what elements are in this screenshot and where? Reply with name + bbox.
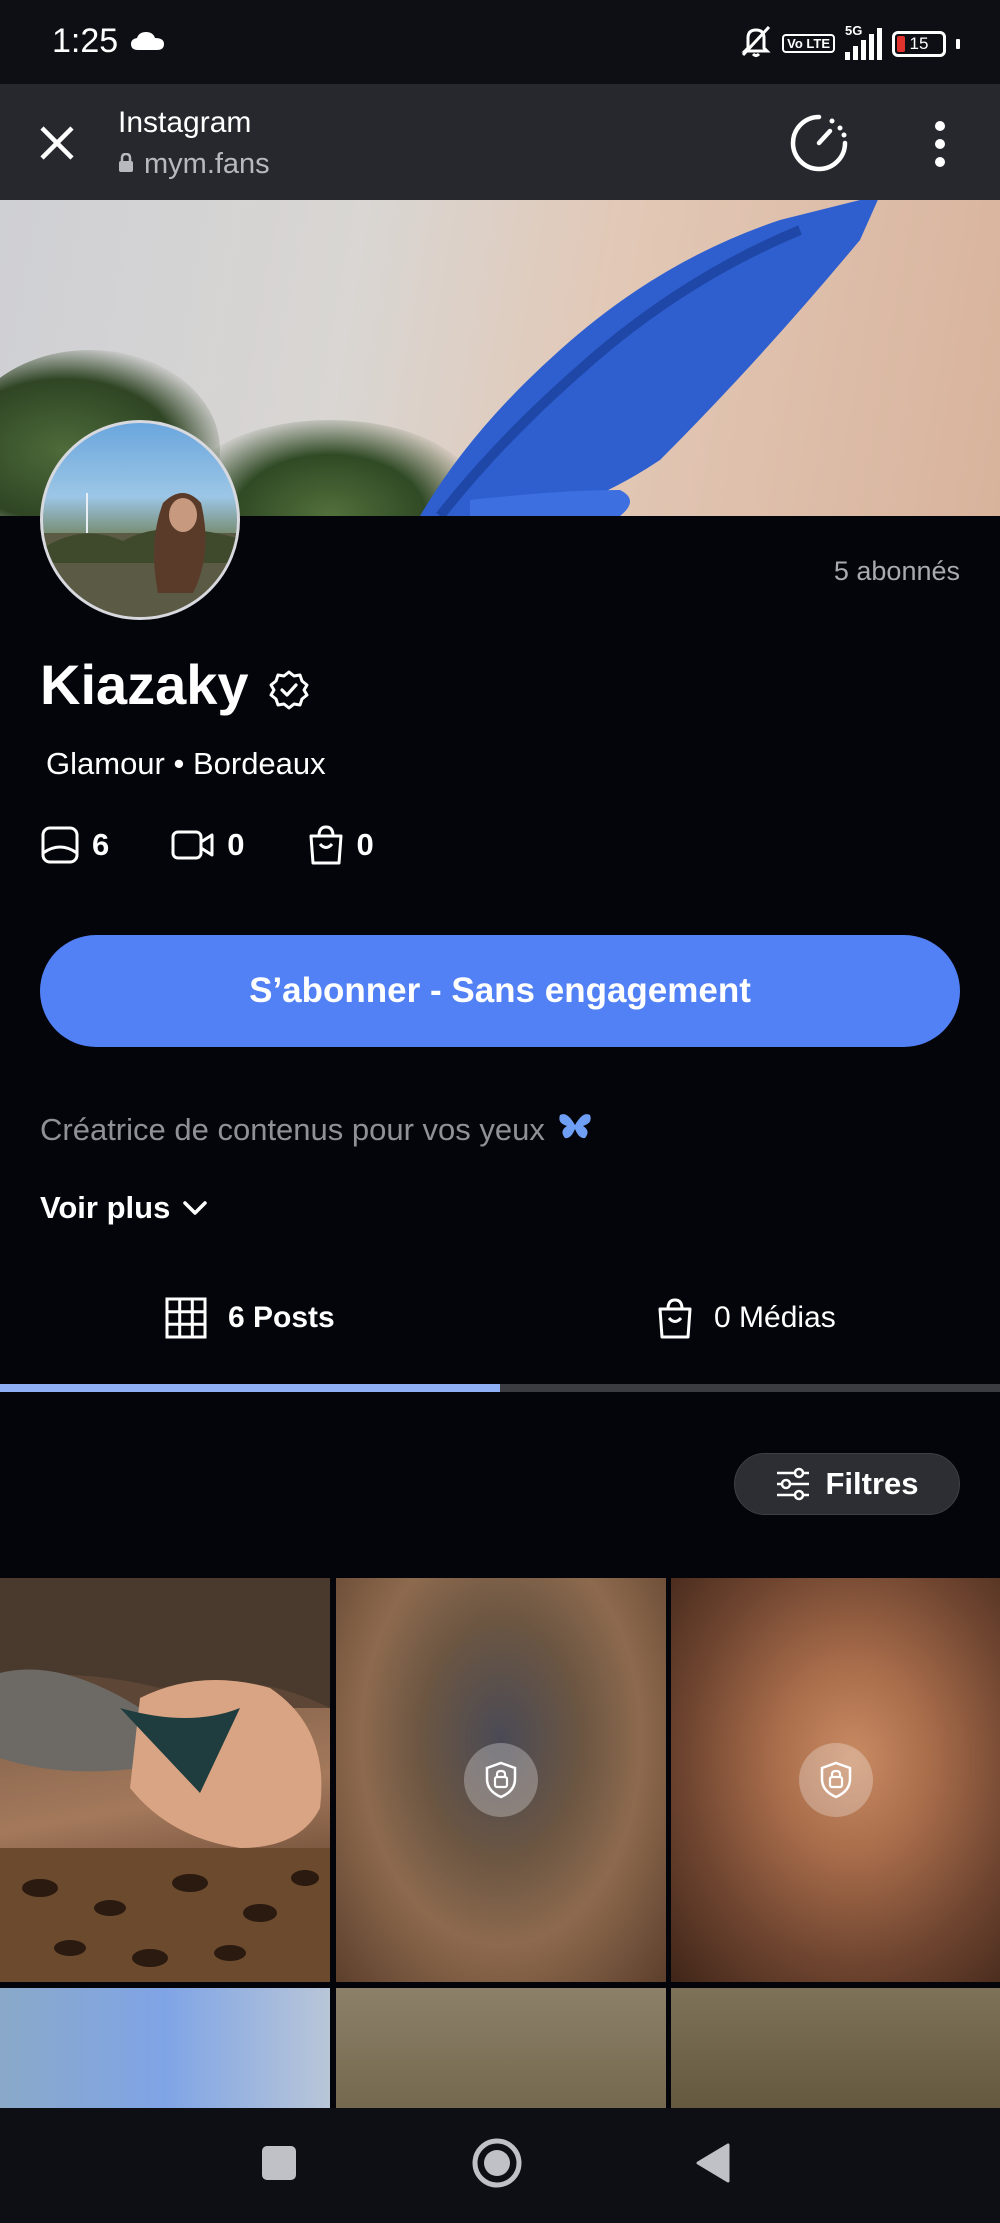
lock-badge	[799, 1743, 873, 1817]
status-icons: Vo LTE 5G 15	[740, 23, 960, 63]
butterfly-icon	[557, 1111, 593, 1149]
lock-badge	[464, 1743, 538, 1817]
close-icon	[40, 126, 74, 160]
bio-text: Créatrice de contenus pour vos yeux	[40, 1112, 545, 1147]
chevron-down-icon	[183, 1201, 208, 1215]
photo-icon	[41, 826, 79, 864]
subscribe-button[interactable]: S’abonner - Sans engagement	[40, 935, 960, 1047]
tab-active-indicator	[0, 1384, 500, 1392]
speedometer-button[interactable]	[788, 112, 850, 174]
home-button[interactable]	[470, 2136, 524, 2190]
battery-nub	[956, 38, 960, 49]
post-tile-locked[interactable]	[671, 1578, 1000, 1982]
lock-icon	[118, 148, 134, 181]
tab-medias[interactable]: 0 Médias	[656, 1296, 836, 1340]
post-tile-locked[interactable]	[671, 1988, 1000, 2110]
filters-button[interactable]: Filtres	[734, 1453, 960, 1515]
profile-tagline: Glamour • Bordeaux	[46, 746, 326, 781]
speedometer-icon	[790, 114, 848, 172]
shield-lock-icon	[820, 1761, 852, 1799]
filters-label: Filtres	[825, 1466, 919, 1501]
battery-icon: 15	[892, 30, 946, 57]
stat-photos: 6	[40, 825, 109, 865]
back-icon	[696, 2143, 730, 2183]
see-more-link[interactable]: Voir plus	[40, 1190, 208, 1226]
home-icon	[472, 2138, 522, 2188]
back-button[interactable]	[694, 2142, 732, 2184]
post-tile-locked[interactable]	[0, 1988, 330, 2110]
stat-shop: 0	[307, 824, 374, 866]
profile-bio: Créatrice de contenus pour vos yeux	[40, 1111, 593, 1149]
tab-posts-label: 6 Posts	[228, 1301, 335, 1334]
profile-stats: 6 0 0	[40, 824, 436, 866]
network-type: 5G	[845, 22, 863, 38]
verified-badge-icon	[268, 669, 310, 716]
avatar[interactable]	[40, 420, 240, 620]
recents-button[interactable]	[262, 2146, 296, 2180]
stat-videos-value: 0	[227, 827, 245, 862]
status-time: 1:25	[52, 22, 119, 60]
tab-posts[interactable]: 6 Posts	[164, 1296, 335, 1340]
grid-icon	[165, 1297, 207, 1339]
browser-toolbar: Instagram mym.fans	[0, 84, 1000, 200]
cloud-icon	[130, 30, 166, 57]
more-vertical-icon	[935, 121, 945, 167]
see-more-label: Voir plus	[40, 1190, 171, 1225]
post-tile[interactable]	[0, 1578, 330, 1982]
signal-icon: 5G	[845, 23, 882, 60]
stat-shop-value: 0	[356, 827, 374, 862]
browser-url[interactable]: mym.fans	[118, 148, 270, 181]
more-options-button[interactable]	[928, 114, 952, 174]
bell-off-icon	[740, 24, 772, 63]
close-button[interactable]	[34, 120, 80, 166]
sliders-icon	[777, 1467, 810, 1501]
post-tile-locked[interactable]	[336, 1988, 666, 2110]
browser-page-title: Instagram	[118, 106, 252, 139]
status-bar: 1:25 Vo LTE 5G 15	[0, 0, 1000, 84]
url-text: mym.fans	[144, 148, 270, 180]
battery-level: 15	[909, 33, 929, 53]
subscriber-count: 5 abonnés	[833, 556, 960, 586]
tab-medias-label: 0 Médias	[714, 1301, 836, 1334]
shopping-bag-icon	[658, 1298, 692, 1339]
stat-photos-value: 6	[92, 827, 110, 862]
shield-lock-icon	[485, 1761, 517, 1799]
post-tile-locked[interactable]	[336, 1578, 666, 1982]
video-icon	[171, 830, 214, 860]
volte-icon: Vo LTE	[782, 34, 835, 53]
profile-name: Kiazaky	[40, 653, 249, 716]
stat-videos: 0	[171, 827, 245, 863]
shopping-bag-icon	[309, 825, 342, 865]
